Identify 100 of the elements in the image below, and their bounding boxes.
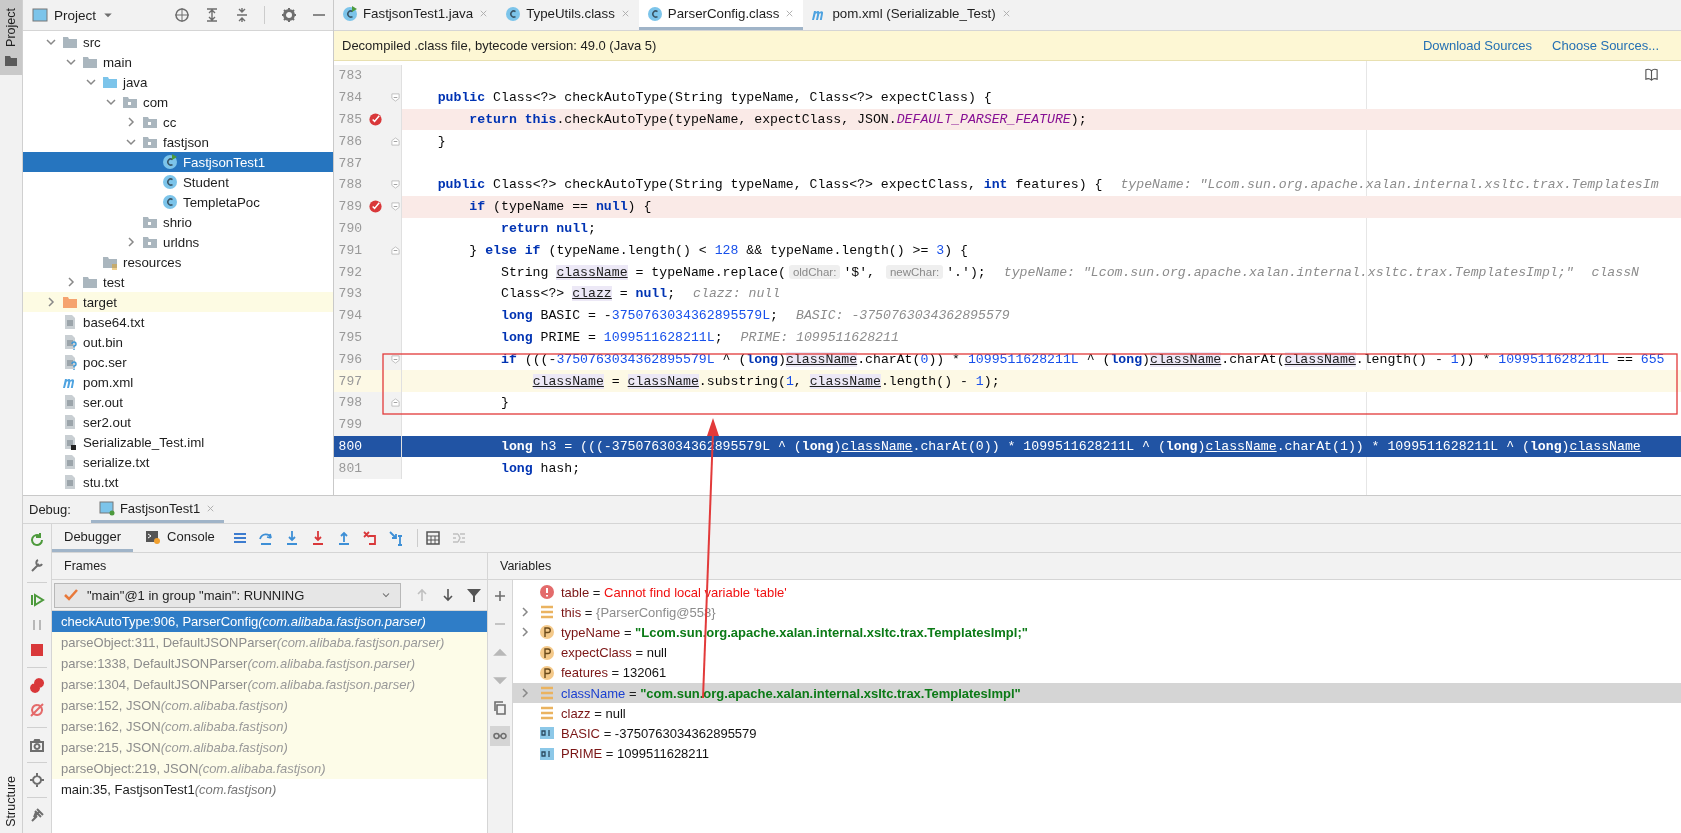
tree-item[interactable]: stu.txt [23, 472, 333, 492]
resume-icon[interactable] [29, 592, 45, 608]
debugger-tab[interactable]: Console [133, 524, 227, 552]
tree-item[interactable]: urldns [23, 232, 333, 252]
book-icon[interactable] [1644, 67, 1659, 82]
value-hint: typeName: "Lcom.sun.org.apache.xalan.internal.xsltc.trax.TemplatesIm [1120, 177, 1659, 193]
parameter-icon [539, 644, 555, 661]
banner-link[interactable]: Download Sources [1422, 38, 1533, 53]
editor-tab[interactable]: ParserConfig.class [638, 0, 804, 30]
tree-item[interactable]: out.bin [23, 332, 333, 352]
file-icon [62, 394, 78, 410]
fold-marker-icon[interactable] [391, 180, 400, 190]
line-number: 797 [337, 373, 362, 389]
tree-item[interactable]: ser.out [23, 392, 333, 412]
breakpoints-icon[interactable] [29, 677, 45, 693]
line-number: 798 [337, 395, 362, 411]
variable-icon [539, 604, 555, 621]
line-number: 794 [337, 308, 362, 324]
mute-breakpoints-icon[interactable] [29, 702, 45, 718]
variable-row[interactable]: features = 132061 [513, 662, 1681, 683]
camera-icon[interactable] [29, 737, 45, 753]
line-number: 783 [337, 68, 362, 84]
glasses-icon[interactable] [490, 726, 510, 746]
checkmark-icon [63, 587, 79, 603]
window-icon [98, 500, 115, 516]
folder-icon [122, 94, 138, 110]
stack-frame[interactable]: checkAutoType:906, ParserConfig(com.alibaba.fastjson.parser) [52, 611, 487, 632]
tree-item[interactable]: TempletaPoc [23, 192, 333, 212]
tree-item[interactable]: ser2.out [23, 412, 333, 432]
expand-all-icon[interactable] [204, 7, 220, 23]
fold-marker-icon[interactable] [391, 398, 400, 408]
breakpoint-icon[interactable] [368, 112, 383, 127]
line-number: 790 [337, 220, 362, 236]
tree-item[interactable]: cc [23, 112, 333, 132]
filter-icon[interactable] [466, 587, 482, 603]
tree-item[interactable]: shrio [23, 212, 333, 232]
class-icon [505, 5, 522, 22]
variable-row[interactable]: PRIME = 1099511628211 [513, 743, 1681, 764]
tree-item[interactable]: poc.ser [23, 352, 333, 372]
tree-item[interactable]: Student [23, 172, 333, 192]
debug-label: Debug: [29, 502, 71, 517]
structure-tool-tab[interactable]: Structure [0, 768, 22, 833]
editor-tab[interactable]: pom.xml (Serializable_Test) [803, 0, 1020, 30]
stop-icon[interactable] [29, 642, 45, 658]
tree-item[interactable]: resources [23, 252, 333, 272]
tree-item[interactable]: src [23, 32, 333, 52]
pin-icon[interactable] [29, 807, 45, 823]
breakpoint-icon[interactable] [368, 199, 383, 215]
variable-row[interactable]: clazz = null [513, 703, 1681, 724]
tree-item[interactable]: base64.txt [23, 312, 333, 332]
fold-marker-icon[interactable] [391, 202, 400, 212]
primitive-icon [539, 745, 555, 762]
code-text: } [436, 133, 446, 149]
tree-item[interactable]: main [23, 52, 333, 72]
code-text: String className = typeName.replace( [499, 264, 786, 280]
line-number: 786 [337, 133, 362, 149]
fold-marker-icon[interactable] [391, 136, 400, 146]
fold-marker-icon[interactable] [391, 245, 400, 255]
project-view-selector[interactable]: Project [54, 7, 97, 23]
collapse-all-icon[interactable] [234, 7, 250, 23]
code-text: } [499, 395, 509, 411]
line-number: 785 [337, 112, 362, 127]
tree-item[interactable]: fastjson [23, 132, 333, 152]
stack-frame[interactable]: main:35, FastjsonTest1(com.fastjson) [52, 779, 487, 800]
run-to-cursor-icon[interactable] [387, 530, 404, 546]
step-over-icon[interactable] [257, 530, 274, 546]
tree-item[interactable]: com [23, 92, 333, 112]
fold-marker-icon[interactable] [391, 354, 400, 364]
debug-session-tab[interactable]: FastjsonTest1 [90, 496, 225, 523]
drop-frame-icon[interactable] [361, 530, 378, 546]
tree-item[interactable]: serialize.txt [23, 452, 333, 472]
tree-item[interactable]: java [23, 72, 333, 92]
folder-icon [82, 274, 98, 290]
file-icon [62, 334, 78, 350]
variable-row[interactable]: BASIC = -3750763034362895579 [513, 723, 1681, 744]
variable-entry: BASIC = -3750763034362895579 [561, 725, 757, 741]
tree-item[interactable]: target [23, 292, 333, 312]
editor-tab[interactable]: FastjsonTest1.java [334, 0, 498, 30]
file-icon [62, 414, 78, 430]
tree-item[interactable]: pom.xml [23, 372, 333, 392]
project-tool-tab[interactable]: Project [0, 0, 22, 75]
line-number: 799 [337, 417, 362, 433]
calculator-icon[interactable] [424, 530, 441, 546]
banner-link[interactable]: Choose Sources... [1552, 38, 1659, 53]
tree-item[interactable]: Serializable_Test.iml [23, 432, 333, 452]
rerun-icon[interactable] [29, 532, 45, 548]
fold-marker-icon[interactable] [391, 93, 400, 103]
line-number: 801 [337, 460, 362, 476]
editor-tab[interactable]: TypeUtils.class [497, 0, 639, 30]
primitive-icon [539, 725, 555, 742]
file-icon [62, 314, 78, 330]
tree-item[interactable]: test [23, 272, 333, 292]
menu-icon[interactable] [231, 530, 248, 546]
locate-icon[interactable] [174, 7, 190, 23]
arrow-down-icon[interactable] [440, 587, 456, 603]
code-text: if (typeName == null) { [468, 199, 652, 215]
tree-item[interactable]: FastjsonTest1 [23, 152, 333, 172]
thread-dropdown[interactable]: "main"@1 in group "main": RUNNING [54, 582, 401, 608]
variable-row[interactable]: expectClass = null [513, 642, 1681, 663]
wrench-icon[interactable] [29, 557, 45, 573]
